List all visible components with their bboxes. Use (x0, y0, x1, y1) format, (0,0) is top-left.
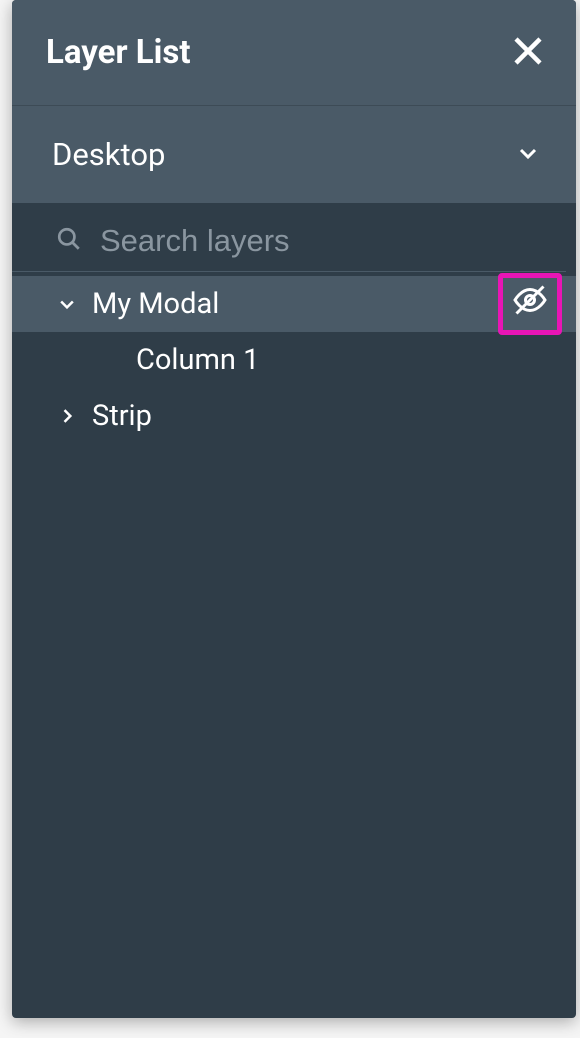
search-bar (12, 203, 566, 272)
layer-item-strip[interactable]: Strip (12, 388, 576, 444)
layer-label: Column 1 (136, 343, 566, 377)
chevron-right-icon[interactable] (42, 406, 92, 426)
search-icon (56, 226, 82, 256)
viewport-dropdown[interactable]: Desktop (12, 105, 576, 203)
eye-off-icon (512, 282, 548, 326)
layer-list-panel: Layer List Desktop My Modal (12, 0, 576, 1018)
layer-label: Strip (92, 399, 566, 433)
layer-item-column-1[interactable]: Column 1 (12, 332, 576, 388)
panel-header: Layer List (12, 0, 576, 105)
panel-title: Layer List (46, 33, 191, 72)
close-button[interactable] (510, 33, 546, 73)
layer-label: My Modal (92, 287, 498, 321)
layer-item-my-modal[interactable]: My Modal (12, 276, 576, 332)
viewport-selected-label: Desktop (52, 136, 165, 173)
close-icon (510, 33, 546, 73)
search-input[interactable] (100, 223, 532, 259)
chevron-down-icon[interactable] (42, 294, 92, 314)
visibility-toggle[interactable] (498, 273, 562, 335)
chevron-down-icon (516, 141, 540, 169)
layer-list: My Modal Column 1 Strip (12, 272, 576, 1018)
